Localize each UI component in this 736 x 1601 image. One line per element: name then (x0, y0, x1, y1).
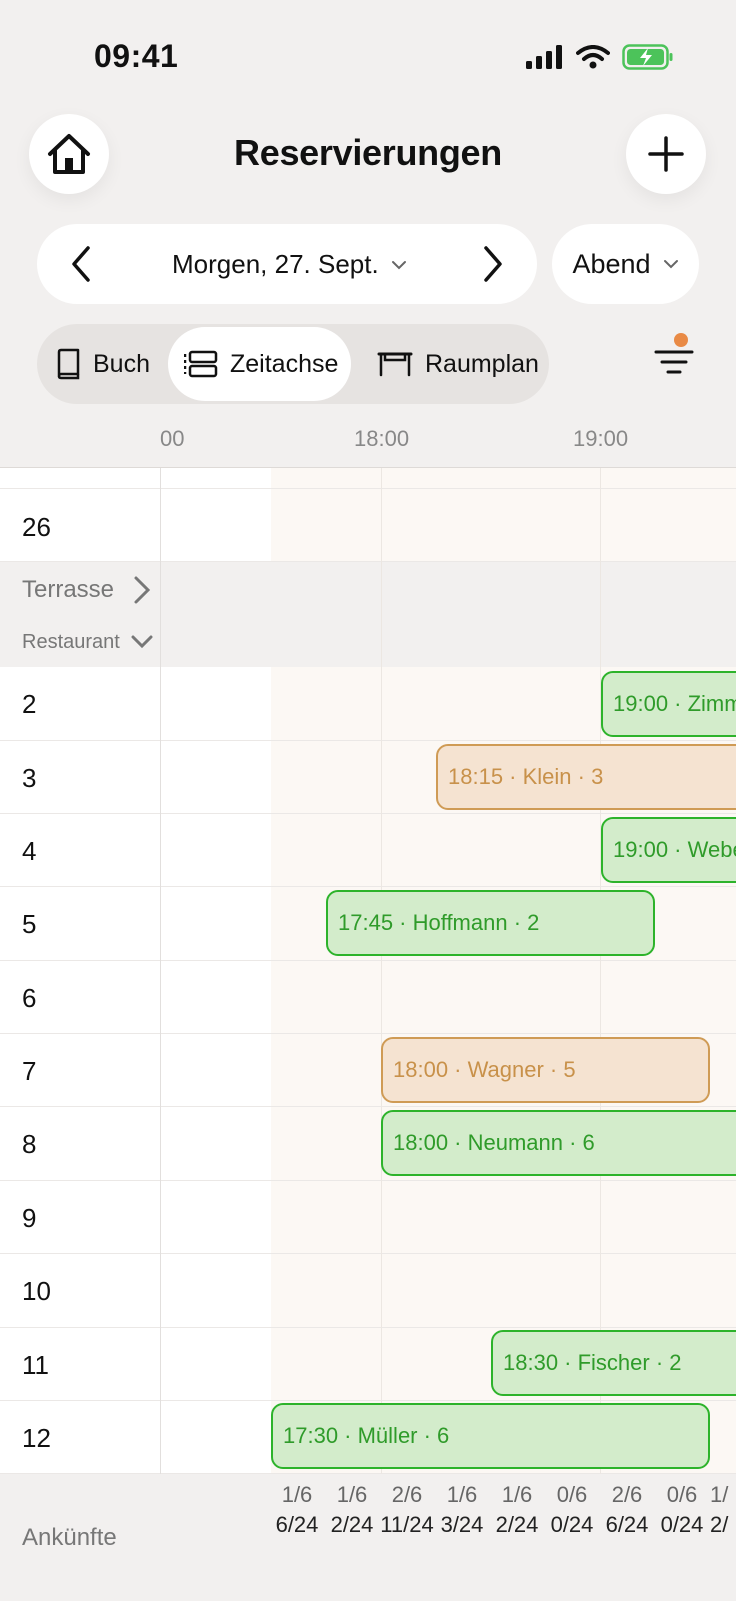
filter-icon (654, 350, 694, 374)
arrival-covers: 0/24 (550, 1512, 594, 1537)
table-number: 10 (22, 1276, 51, 1306)
status-icons (526, 44, 674, 70)
table-number: 26 (22, 512, 51, 542)
arrival-slot: 1/6 2/24 (325, 1480, 379, 1540)
add-reservation-button[interactable] (626, 114, 706, 194)
shift-label: Abend (572, 248, 651, 279)
date-label: Morgen, 27. Sept. (172, 249, 379, 279)
reservation-block[interactable]: 18:00 · Neumann · 6 (381, 1110, 736, 1176)
reservation-block[interactable]: 18:30 · Fischer · 2 (491, 1330, 736, 1396)
view-switcher: Buch Zeitachse Raumplan (37, 324, 549, 404)
arrival-count: 1/6 (336, 1482, 368, 1507)
section-restaurant[interactable]: Restaurant (0, 617, 736, 667)
arrival-covers: 2/24 (330, 1512, 374, 1537)
chevron-left-icon (72, 246, 90, 282)
battery-icon (622, 44, 673, 70)
table-row[interactable]: 26 (0, 489, 736, 562)
hour-gridline (600, 468, 601, 1474)
tab-book-label: Buch (93, 349, 150, 378)
next-day-button[interactable] (472, 244, 512, 284)
arrival-slot: 2/6 11/24 (380, 1480, 434, 1540)
table-number: 11 (22, 1350, 49, 1380)
column-divider (160, 468, 161, 1601)
arrival-count: 1/6 (446, 1482, 478, 1507)
table-number: 2 (22, 689, 37, 719)
section-label: Restaurant (22, 631, 120, 653)
section-label: Terrasse (22, 576, 115, 603)
arrival-count: 0/6 (666, 1482, 698, 1507)
arrival-covers: 6/24 (275, 1512, 319, 1537)
date-dropdown[interactable]: Morgen, 27. Sept. (172, 249, 407, 280)
table-row[interactable]: 6 (0, 961, 736, 1034)
plus-icon (648, 136, 684, 172)
time-label: 00 (160, 426, 185, 451)
wifi-icon (576, 45, 610, 69)
arrival-covers: 2/24 (495, 1512, 539, 1537)
arrival-covers: 6/24 (605, 1512, 649, 1537)
arrival-slot: 2/6 6/24 (600, 1480, 654, 1540)
chevron-right-icon (484, 246, 502, 282)
time-label: 18:00 (354, 426, 410, 451)
table-number: 9 (22, 1203, 37, 1233)
arrival-covers: 11/24 (380, 1512, 434, 1537)
arrival-count: 2/6 (611, 1482, 643, 1507)
timeline-icon (184, 350, 218, 378)
table-number: 4 (22, 836, 37, 866)
table-row (0, 468, 736, 489)
table-number: 5 (22, 909, 37, 939)
arrival-covers: 0/24 (660, 1512, 704, 1537)
table-number: 3 (22, 763, 37, 793)
table-number: 12 (22, 1423, 51, 1453)
shift-dropdown[interactable]: Abend (552, 224, 699, 304)
status-time: 09:41 (94, 38, 179, 74)
reservation-block[interactable]: 18:15 · Klein · 3 (436, 744, 736, 810)
arrival-count: 2/6 (391, 1482, 423, 1507)
previous-day-button[interactable] (62, 244, 102, 284)
tab-floorplan[interactable]: Raumplan (377, 324, 539, 404)
table-icon (377, 352, 413, 377)
arrival-slot: 1/6 6/24 (270, 1480, 324, 1540)
reservation-block[interactable]: 19:00 · Zimme (601, 671, 736, 737)
chevron-down-icon (391, 260, 406, 269)
time-label: 19:00 (573, 426, 629, 451)
arrival-count: 1/6 (281, 1482, 313, 1507)
arrival-count: 0/6 (556, 1482, 588, 1507)
filter-active-badge (674, 333, 688, 347)
tab-floorplan-label: Raumplan (425, 349, 539, 378)
tab-timeline[interactable]: Zeitachse (168, 327, 351, 401)
arrival-slot: 1/6 2/24 (490, 1480, 544, 1540)
chevron-right-icon (134, 576, 151, 604)
table-number: 7 (22, 1056, 37, 1086)
reservation-block[interactable]: 17:30 · Müller · 6 (271, 1403, 710, 1469)
tab-timeline-label: Zeitachse (230, 349, 339, 378)
reservation-block[interactable]: 18:00 · Wagner · 5 (381, 1037, 710, 1103)
table-row[interactable]: 9 (0, 1181, 736, 1254)
tab-book[interactable]: Buch (55, 324, 150, 404)
arrival-covers: 3/24 (440, 1512, 484, 1537)
section-terrasse[interactable]: Terrasse (0, 562, 736, 617)
table-row[interactable]: 10 (0, 1254, 736, 1328)
book-icon (57, 348, 80, 380)
arrival-count: 1/ (710, 1482, 729, 1507)
timeline-grid: 26 Terrasse Restaurant 2 3 4 5 6 7 8 9 1… (0, 468, 736, 1474)
chevron-down-icon (663, 260, 678, 269)
table-number: 8 (22, 1129, 37, 1159)
signal-icon (526, 45, 562, 69)
arrival-slot: 0/6 0/24 (655, 1480, 709, 1540)
reservation-block[interactable]: 17:45 · Hoffmann · 2 (326, 890, 655, 956)
arrival-slot: 1/6 3/24 (435, 1480, 489, 1540)
hour-gridline (381, 468, 382, 1474)
arrival-slot: 0/6 0/24 (545, 1480, 599, 1540)
arrivals-label: Ankünfte (22, 1524, 117, 1551)
arrival-count: 1/6 (501, 1482, 533, 1507)
arrival-slot: 1/2/ (710, 1480, 736, 1540)
table-number: 6 (22, 983, 37, 1013)
arrival-covers: 2/ (710, 1512, 729, 1537)
reservation-block[interactable]: 19:00 · Weber (601, 817, 736, 883)
chevron-down-icon (131, 635, 153, 649)
